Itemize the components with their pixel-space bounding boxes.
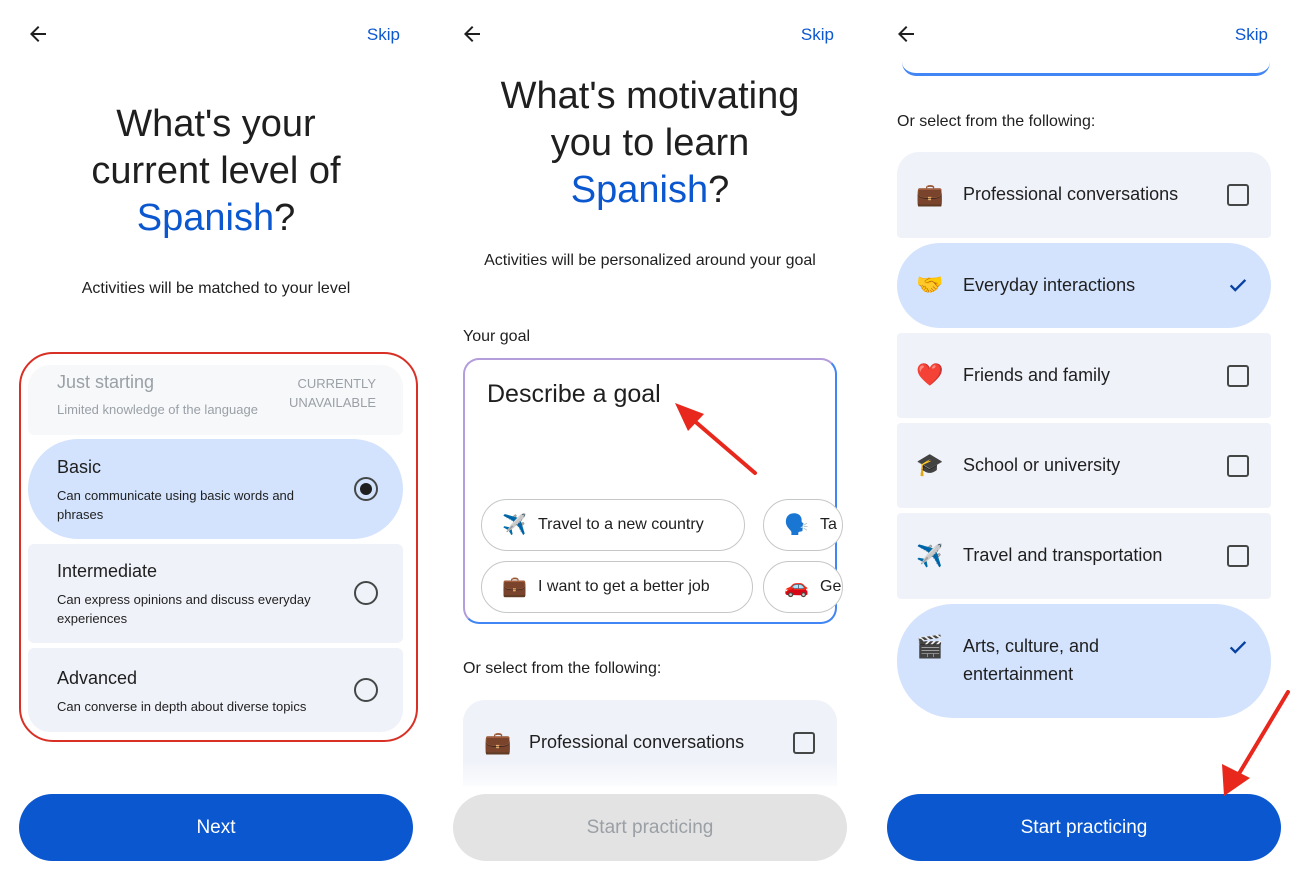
subtitle: Activities will be personalized around y…	[484, 252, 816, 269]
goal-chip-get[interactable]: 🚗 Ge	[763, 561, 843, 613]
airplane-icon: ✈️	[502, 514, 527, 536]
checkbox-unchecked[interactable]	[1227, 365, 1249, 387]
airplane-icon: ✈️	[916, 543, 944, 568]
chip-label: I want to get a better job	[538, 578, 710, 595]
briefcase-icon: 💼	[916, 182, 944, 207]
option-arts-culture-entertainment[interactable]: 🎬 Arts, culture, and entertainment	[897, 604, 1271, 718]
start-practicing-button-disabled: Start practicing	[453, 794, 847, 861]
chip-label: Travel to a new country	[538, 516, 704, 533]
or-select-label: Or select from the following:	[897, 113, 1096, 130]
option-school-or-university[interactable]: 🎓 School or university	[897, 423, 1271, 508]
subtitle: Activities will be matched to your level	[81, 280, 351, 297]
skip-link[interactable]: Skip	[1235, 25, 1268, 45]
option-professional-conversations[interactable]: 💼 Professional conversations	[897, 152, 1271, 238]
option-friends-and-family[interactable]: ❤️ Friends and family	[897, 333, 1271, 418]
skip-link[interactable]: Skip	[801, 25, 834, 45]
option-label: Professional conversations	[529, 732, 745, 752]
or-select-label: Or select from the following:	[463, 660, 662, 677]
back-arrow-icon[interactable]	[894, 22, 918, 46]
option-label: Arts, culture, and entertainment	[963, 632, 1099, 688]
chip-label: Ta	[820, 516, 837, 533]
heart-icon: ❤️	[916, 362, 944, 387]
briefcase-icon: 💼	[484, 730, 512, 755]
option-label: Friends and family	[963, 365, 1111, 385]
goal-input-placeholder[interactable]: Describe a goal	[487, 380, 661, 409]
option-travel-and-transportation[interactable]: ✈️ Travel and transportation	[897, 513, 1271, 599]
back-arrow-icon[interactable]	[460, 22, 484, 46]
option-label: Travel and transportation	[963, 545, 1163, 565]
option-label: School or university	[963, 455, 1121, 475]
checkbox-unchecked[interactable]	[793, 732, 815, 754]
title-text: What's motivating you to learn	[500, 75, 800, 164]
briefcase-icon: 💼	[502, 576, 527, 598]
speaking-head-icon: 🗣️	[784, 514, 809, 536]
goal-chip-travel[interactable]: ✈️ Travel to a new country	[481, 499, 745, 551]
option-label-line: Arts, culture, and	[963, 636, 1100, 656]
goal-label: Your goal	[463, 328, 531, 345]
chip-label: Ge	[820, 578, 842, 595]
check-icon[interactable]	[1227, 636, 1249, 658]
goal-chip-job[interactable]: 💼 I want to get a better job	[481, 561, 753, 613]
next-button[interactable]: Next	[19, 794, 413, 861]
goal-options-screen: Skip Or select from the following: 💼 Pro…	[868, 0, 1300, 870]
page-title: What's your current level of Spanish?	[0, 101, 432, 242]
car-icon: 🚗	[784, 576, 809, 598]
scroll-fade	[434, 760, 866, 794]
goal-card-bottom-edge	[902, 60, 1270, 76]
level-screen: Skip What's your current level of Spanis…	[0, 0, 432, 870]
goal-screen: Skip What's motivating you to learn Span…	[434, 0, 866, 870]
goal-input-card[interactable]: Describe a goal ✈️ Travel to a new count…	[463, 358, 843, 624]
graduation-cap-icon: 🎓	[916, 452, 944, 477]
checkbox-unchecked[interactable]	[1227, 455, 1249, 477]
title-text: What's your current level of	[91, 103, 341, 192]
option-label: Professional conversations	[963, 184, 1179, 204]
clapper-board-icon: 🎬	[916, 634, 944, 659]
option-everyday-interactions[interactable]: 🤝 Everyday interactions	[897, 243, 1271, 328]
title-language: Spanish	[570, 169, 709, 211]
start-practicing-button[interactable]: Start practicing	[887, 794, 1281, 861]
page-title: What's motivating you to learn Spanish?	[434, 73, 866, 214]
checkbox-unchecked[interactable]	[1227, 184, 1249, 206]
option-label: Everyday interactions	[963, 275, 1136, 295]
check-icon[interactable]	[1227, 274, 1249, 296]
annotation-highlight-box	[19, 352, 418, 742]
skip-link[interactable]: Skip	[367, 25, 400, 45]
checkbox-unchecked[interactable]	[1227, 545, 1249, 567]
back-arrow-icon[interactable]	[26, 22, 50, 46]
title-question-mark: ?	[708, 169, 730, 211]
option-label-line: entertainment	[963, 664, 1074, 684]
goal-chip-talk[interactable]: 🗣️ Ta	[763, 499, 843, 551]
title-language: Spanish	[136, 197, 275, 239]
handshake-icon: 🤝	[916, 272, 944, 297]
title-question-mark: ?	[274, 197, 296, 239]
